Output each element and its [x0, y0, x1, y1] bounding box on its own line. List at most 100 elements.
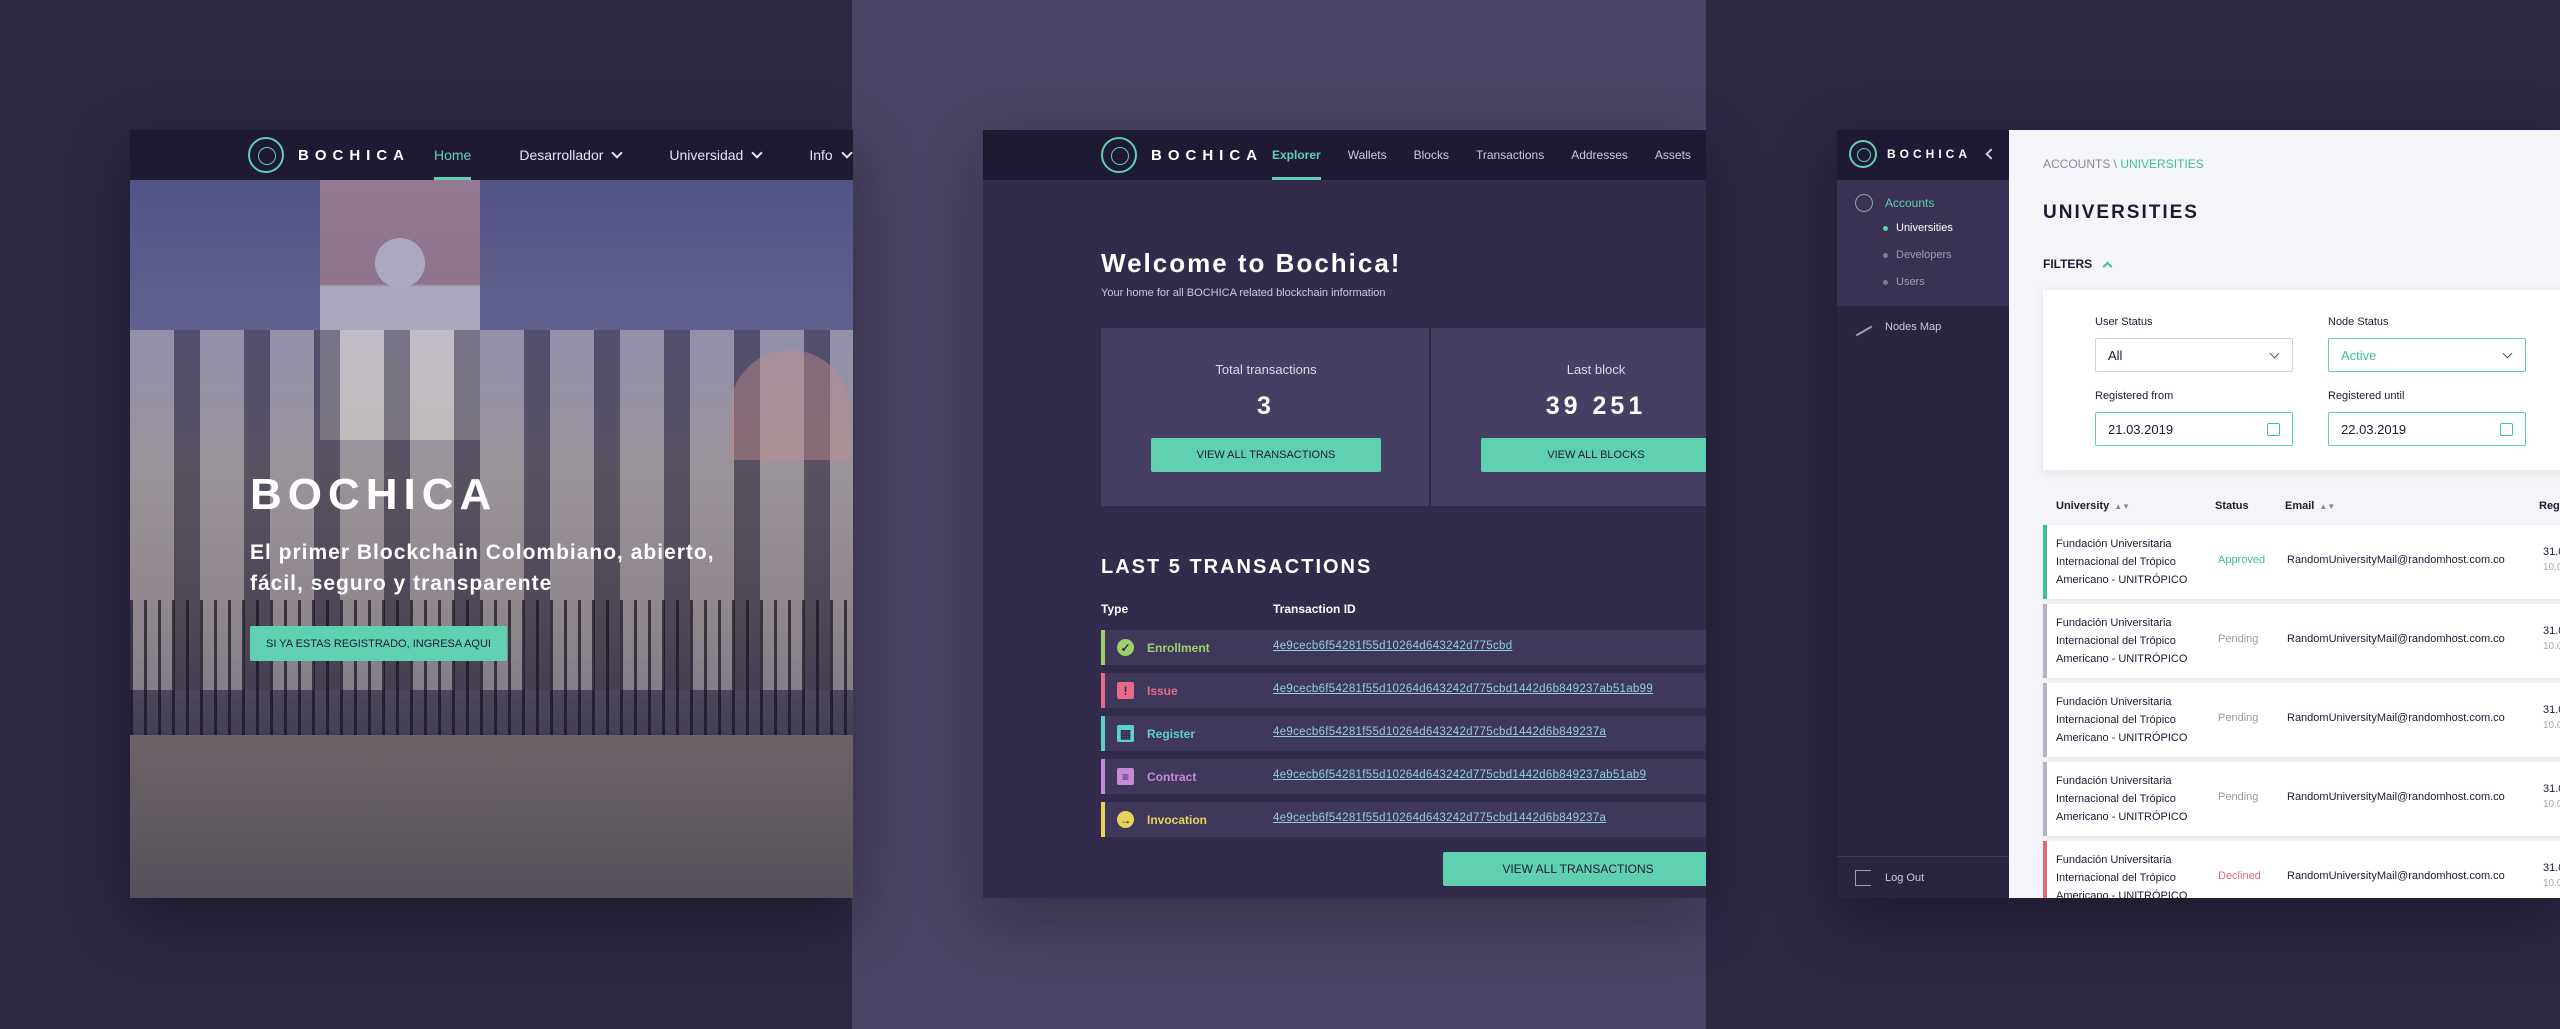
collapse-sidebar-icon[interactable]: [1985, 148, 1997, 160]
login-button[interactable]: SI YA ESTAS REGISTRADO, INGRESA AQUI: [250, 626, 507, 661]
hero-subtitle: El primer Blockchain Colombiano, abierto…: [250, 541, 715, 595]
status-badge: Declined: [2218, 870, 2261, 882]
table-row[interactable]: Fundación Universitaria Internacional de…: [2043, 841, 2560, 898]
sidebar-subitem-label: Users: [1896, 276, 1925, 288]
explorer-navbar: BOCHICA Explorer Wallets Blocks Transaction…: [983, 130, 1706, 180]
sidebar-subitem-developers[interactable]: Developers: [1883, 249, 1952, 261]
email-cell: RandomUniversityMail@randomhost.com.co: [2287, 554, 2505, 566]
transaction-id-link[interactable]: 4e9cecb6f54281f55d10264d643242d775cbd144…: [1273, 683, 1653, 695]
calendar-icon[interactable]: [2500, 423, 2513, 436]
university-name: Fundación Universitaria Internacional de…: [2056, 696, 2188, 744]
brand-logo[interactable]: BOCHICA: [1101, 137, 1263, 173]
hero-title: BOCHICA: [250, 470, 498, 519]
chevron-down-icon: [751, 146, 764, 159]
table-row[interactable]: Fundación Universitaria Internacional de…: [2043, 762, 2560, 836]
status-badge: Pending: [2218, 633, 2259, 645]
nav-item-assets[interactable]: Assets: [1655, 130, 1691, 180]
registered-time: 10.0: [2543, 641, 2560, 652]
stat-label: Total transactions: [1215, 362, 1317, 377]
nav-item-blocks[interactable]: Blocks: [1414, 130, 1449, 180]
university-name: Fundación Universitaria Internacional de…: [2056, 617, 2188, 665]
breadcrumb: ACCOUNTS \ UNIVERSITIES: [2043, 157, 2204, 171]
calendar-icon[interactable]: [2267, 423, 2280, 436]
stat-total-transactions: Total transactions 3 VIEW ALL TRANSACTIO…: [1101, 328, 1431, 506]
nav-item-explorer[interactable]: Explorer: [1272, 130, 1321, 180]
user-status-value: All: [2108, 347, 2123, 363]
transaction-type: Register: [1147, 727, 1196, 741]
node-status-select[interactable]: Active: [2328, 338, 2526, 372]
explorer-panel: BOCHICA Explorer Wallets Blocks Transaction…: [983, 130, 1706, 898]
nav-item-info[interactable]: Info: [809, 130, 853, 180]
dot-icon: [1883, 252, 1888, 258]
transactions-list: ✓ Enrollment 4e9cecb6f54281f55d10264d64324…: [1101, 630, 1706, 845]
nav-item-addresses[interactable]: Addresses: [1571, 130, 1628, 180]
university-name: Fundación Universitaria Internacional de…: [2056, 775, 2188, 823]
table-row[interactable]: Fundación Universitaria Internacional de…: [2043, 604, 2560, 678]
brand-wordmark: BOCHICA: [1151, 146, 1263, 164]
sidebar-subitem-users[interactable]: Users: [1883, 276, 1925, 288]
logout-label: Log Out: [1885, 872, 1925, 884]
column-header-registered[interactable]: Regi: [2539, 500, 2560, 512]
registered-date: 31.0: [2543, 625, 2560, 637]
breadcrumb-root[interactable]: ACCOUNTS: [2043, 157, 2110, 171]
registered-from-input[interactable]: 21.03.2019: [2095, 412, 2293, 446]
logout-button[interactable]: Log Out: [1855, 870, 1924, 886]
dot-icon: [1883, 279, 1888, 285]
nav-item-wallets[interactable]: Wallets: [1348, 130, 1387, 180]
transaction-type: Issue: [1147, 684, 1178, 698]
nav-item-desarrollador[interactable]: Desarrollador: [519, 130, 624, 180]
column-header-university[interactable]: University ▲▼: [2056, 500, 2130, 512]
view-all-blocks-button[interactable]: VIEW ALL BLOCKS: [1481, 438, 1706, 472]
registered-date: 31.0: [2543, 783, 2560, 795]
university-name: Fundación Universitaria Internacional de…: [2056, 538, 2188, 586]
landing-menu: Home Desarrollador Universidad Info: [434, 130, 853, 180]
registered-until-label: Registered until: [2328, 390, 2405, 402]
email-cell: RandomUniversityMail@randomhost.com.co: [2287, 870, 2505, 882]
table-row[interactable]: Fundación Universitaria Internacional de…: [2043, 683, 2560, 757]
sidebar-item-label: Accounts: [1885, 196, 1935, 210]
warning-triangle-icon: !: [1117, 682, 1134, 699]
sidebar-subitem-label: Universities: [1896, 222, 1953, 234]
nav-item-transactions[interactable]: Transactions: [1476, 130, 1544, 180]
arrow-right-circle-icon: →: [1117, 811, 1134, 828]
transaction-type: Enrollment: [1147, 641, 1210, 655]
column-header-label: Regi: [2539, 500, 2560, 512]
user-status-select[interactable]: All: [2095, 338, 2293, 372]
view-all-transactions-button[interactable]: VIEW ALL TRANSACTIONS: [1151, 438, 1381, 472]
table-row[interactable]: Fundación Universitaria Internacional de…: [2043, 525, 2560, 599]
transaction-type: Contract: [1147, 770, 1197, 784]
nav-item-home[interactable]: Home: [434, 130, 472, 180]
sidebar-item-nodes-map[interactable]: Nodes Map: [1855, 320, 1941, 334]
stat-value: 39 251: [1545, 392, 1647, 420]
chevron-down-icon: [841, 146, 853, 159]
landing-navbar: BOCHICA Home Desarrollador Universidad Info: [130, 130, 853, 180]
transaction-id-link[interactable]: 4e9cecb6f54281f55d10264d643242d775cbd144…: [1273, 812, 1606, 824]
status-badge: Pending: [2218, 712, 2259, 724]
view-all-transactions-bottom-button[interactable]: VIEW ALL TRANSACTIONS: [1443, 852, 1706, 886]
brand-logo[interactable]: BOCHICA: [248, 137, 410, 173]
sidebar-item-accounts[interactable]: Accounts: [1855, 194, 1934, 212]
brand-logo[interactable]: BOCHICA: [1849, 140, 1971, 168]
brand-wordmark: BOCHICA: [1887, 147, 1971, 161]
transaction-id-link[interactable]: 4e9cecb6f54281f55d10264d643242d775cbd144…: [1273, 726, 1606, 738]
page-title: UNIVERSITIES: [2043, 202, 2199, 223]
admin-panel: BOCHICA Accounts Universities Developers…: [1837, 130, 2560, 898]
email-cell: RandomUniversityMail@randomhost.com.co: [2287, 791, 2505, 803]
explorer-menu: Explorer Wallets Blocks Transactions Address…: [1272, 130, 1706, 180]
transaction-id-link[interactable]: 4e9cecb6f54281f55d10264d643242d775cbd144…: [1273, 769, 1646, 781]
registered-until-input[interactable]: 22.03.2019: [2328, 412, 2526, 446]
transaction-row: ! Issue 4e9cecb6f54281f55d10264d643242d775…: [1101, 673, 1706, 708]
sidebar-subitem-label: Developers: [1896, 249, 1952, 261]
filters-toggle[interactable]: FILTERS: [2043, 257, 2113, 271]
nav-item-universidad[interactable]: Universidad: [669, 130, 764, 180]
sidebar-subitem-universities[interactable]: Universities: [1883, 222, 1953, 234]
stone-wall-shape: [130, 735, 853, 898]
bochica-seal-icon: [1849, 140, 1877, 168]
sidebar-item-label: Nodes Map: [1885, 321, 1942, 333]
registered-time: 10.0: [2543, 878, 2560, 889]
email-cell: RandomUniversityMail@randomhost.com.co: [2287, 633, 2505, 645]
transaction-id-link[interactable]: 4e9cecb6f54281f55d10264d643242d775cbd: [1273, 640, 1512, 652]
column-header-email[interactable]: Email ▲▼: [2285, 500, 2335, 512]
nav-item-label: Home: [434, 147, 472, 163]
registered-until-value: 22.03.2019: [2341, 421, 2407, 437]
